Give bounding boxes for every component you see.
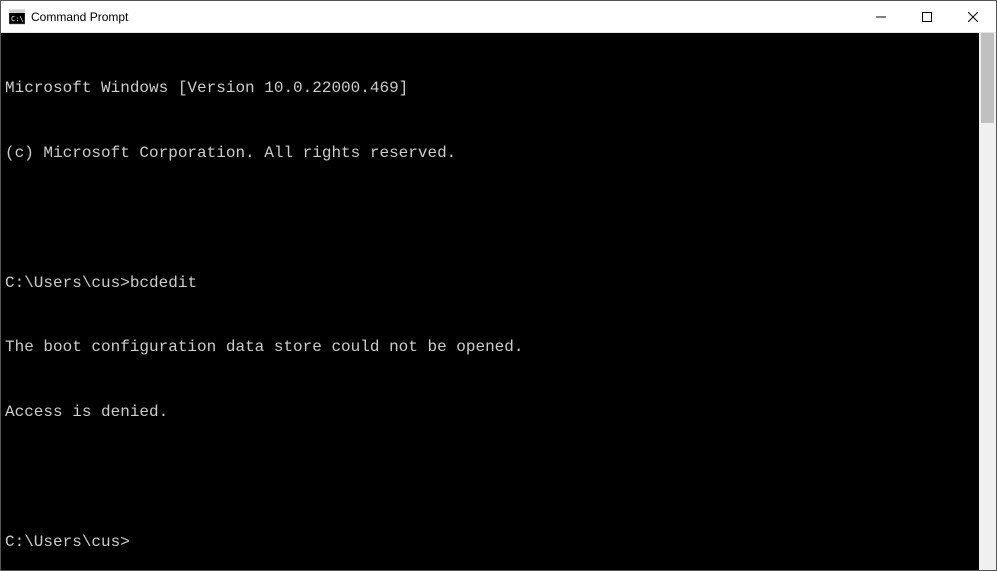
terminal-line: (c) Microsoft Corporation. All rights re…: [5, 143, 975, 165]
window-controls: [858, 1, 996, 32]
minimize-button[interactable]: [858, 1, 904, 32]
terminal-command-line: C:\Users\cus>bcdedit: [5, 273, 975, 295]
terminal-container: Microsoft Windows [Version 10.0.22000.46…: [1, 33, 996, 570]
window-title: Command Prompt: [31, 10, 858, 24]
terminal-prompt: C:\Users\cus>: [5, 274, 130, 292]
terminal-line: Access is denied.: [5, 402, 975, 424]
command-prompt-window: C:\ Command Prompt Microsoft Windows [Ve…: [0, 0, 997, 571]
terminal-blank-line: [5, 467, 975, 489]
terminal-blank-line: [5, 208, 975, 230]
terminal-line: Microsoft Windows [Version 10.0.22000.46…: [5, 78, 975, 100]
command-prompt-icon: C:\: [9, 9, 25, 25]
svg-text:C:\: C:\: [11, 15, 24, 23]
terminal-output[interactable]: Microsoft Windows [Version 10.0.22000.46…: [1, 33, 979, 570]
terminal-current-prompt-line: C:\Users\cus>: [5, 532, 975, 554]
terminal-command: bcdedit: [130, 274, 197, 292]
terminal-prompt: C:\Users\cus>: [5, 533, 130, 551]
close-button[interactable]: [950, 1, 996, 32]
scrollbar-thumb[interactable]: [981, 33, 994, 123]
terminal-line: The boot configuration data store could …: [5, 337, 975, 359]
vertical-scrollbar[interactable]: [979, 33, 996, 570]
maximize-button[interactable]: [904, 1, 950, 32]
titlebar[interactable]: C:\ Command Prompt: [1, 1, 996, 33]
